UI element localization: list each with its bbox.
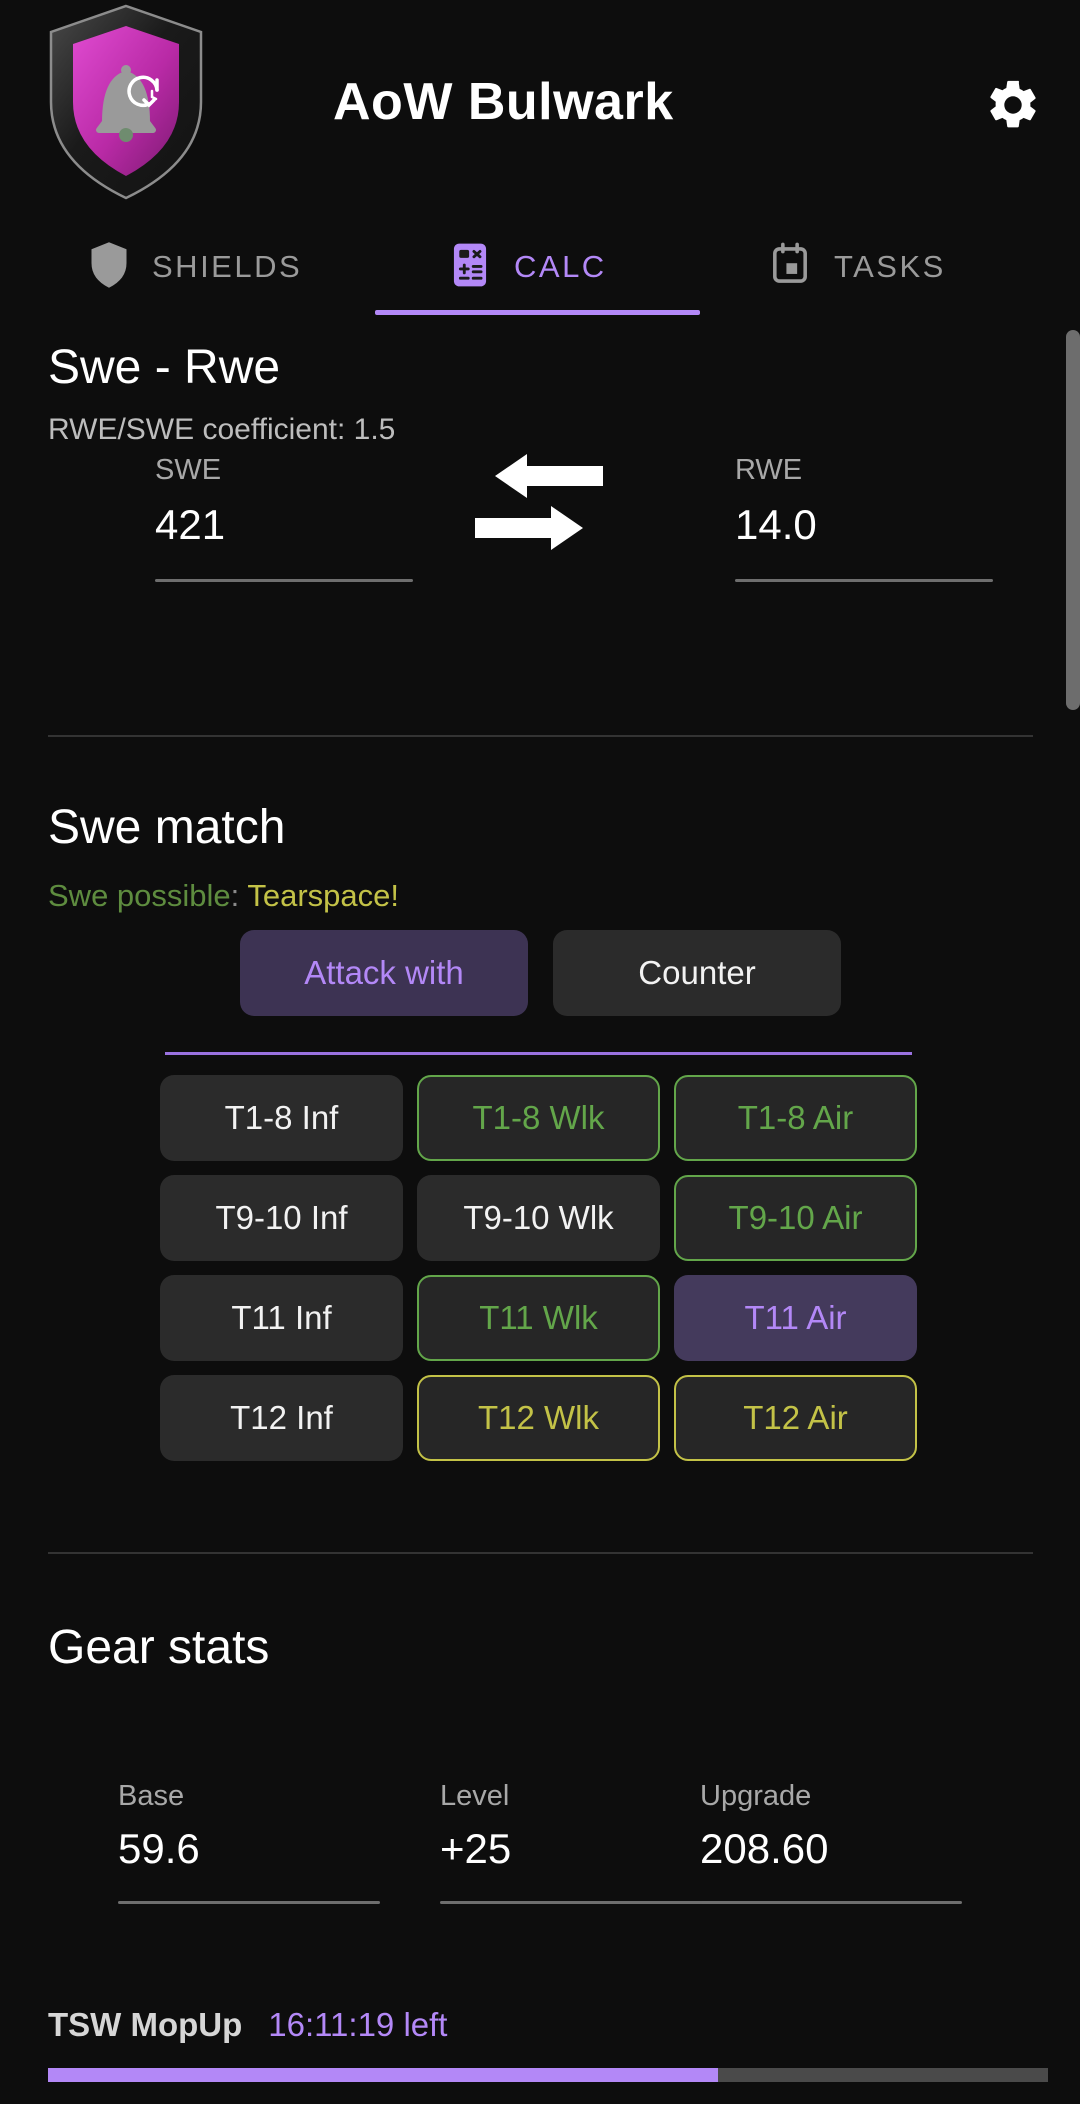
- gear-upgrade-label: Upgrade: [700, 1780, 812, 1812]
- tab-shields-label: SHIELDS: [152, 249, 303, 284]
- gear-icon[interactable]: [984, 76, 1042, 134]
- gear-upgrade-underline: [700, 1901, 962, 1904]
- unit-cell-t1-8-wlk[interactable]: T1-8 Wlk: [417, 1075, 660, 1161]
- unit-cell-t12-inf[interactable]: T12 Inf: [160, 1375, 403, 1461]
- swe-field-underline: [155, 579, 413, 582]
- swe-match-title: Swe match: [48, 801, 286, 854]
- swe-field[interactable]: SWE 421: [155, 454, 413, 582]
- swe-possible-status: Swe possible: Tearspace!: [48, 878, 399, 914]
- calendar-icon: [768, 240, 812, 295]
- coefficient-label: RWE/SWE coefficient: 1.5: [48, 413, 396, 446]
- tab-calc-label: CALC: [514, 249, 607, 284]
- gear-level-underline: [440, 1901, 702, 1904]
- gear-level-value[interactable]: +25: [440, 1825, 702, 1873]
- unit-cell-t11-air[interactable]: T11 Air: [674, 1275, 917, 1361]
- gear-upgrade-field[interactable]: Upgrade 208.60: [700, 1780, 962, 1904]
- gear-base-value[interactable]: 59.6: [118, 1825, 380, 1873]
- app-root: AoW Bulwark SHIELDS CALC TASKS Swe - Rwe…: [0, 0, 1080, 2104]
- mode-toggle-underline: [165, 1052, 912, 1055]
- tab-shields[interactable]: SHIELDS: [88, 222, 302, 312]
- tab-calc[interactable]: CALC: [448, 222, 607, 312]
- event-progress-track: [48, 2068, 1048, 2082]
- swe-rwe-title: Swe - Rwe: [48, 341, 281, 394]
- unit-cell-t9-10-inf[interactable]: T9-10 Inf: [160, 1175, 403, 1261]
- unit-grid: T1-8 Inf T1-8 Wlk T1-8 Air T9-10 Inf T9-…: [160, 1075, 917, 1475]
- unit-cell-t9-10-air[interactable]: T9-10 Air: [674, 1175, 917, 1261]
- calculator-icon: [448, 240, 492, 295]
- page-title: AoW Bulwark: [333, 73, 674, 131]
- scrollbar[interactable]: [1066, 330, 1080, 720]
- gear-upgrade-value[interactable]: 208.60: [700, 1825, 962, 1873]
- double-arrow-swap-icon[interactable]: [455, 450, 625, 565]
- active-tab-indicator: [375, 310, 700, 315]
- rwe-field-label: RWE: [735, 454, 803, 486]
- event-progress-fill: [48, 2068, 718, 2082]
- swe-possible-tag: Tearspace!: [247, 878, 399, 913]
- bottom-status-bar[interactable]: TSW MopUp 16:11:19 left: [0, 1984, 1080, 2104]
- rwe-field[interactable]: RWE 14.0: [735, 454, 993, 582]
- event-time-left: 16:11:19 left: [268, 2006, 448, 2043]
- gear-base-label: Base: [118, 1780, 185, 1812]
- unit-cell-t11-wlk[interactable]: T11 Wlk: [417, 1275, 660, 1361]
- gear-level-field[interactable]: Level +25: [440, 1780, 702, 1904]
- app-header: AoW Bulwark: [0, 0, 1080, 222]
- gear-stats-title: Gear stats: [48, 1621, 270, 1674]
- unit-cell-t12-wlk[interactable]: T12 Wlk: [417, 1375, 660, 1461]
- unit-cell-t11-inf[interactable]: T11 Inf: [160, 1275, 403, 1361]
- tab-tasks-label: TASKS: [834, 249, 946, 284]
- bottom-bar-row: TSW MopUp 16:11:19 left: [48, 2006, 447, 2044]
- swe-possible-text: Swe possible: [48, 878, 231, 913]
- mode-toggle-group: Attack with Counter: [240, 930, 841, 1016]
- divider-2: [48, 1552, 1033, 1554]
- unit-cell-t9-10-wlk[interactable]: T9-10 Wlk: [417, 1175, 660, 1261]
- shield-icon: [88, 240, 130, 295]
- scrollbar-thumb[interactable]: [1066, 330, 1080, 710]
- swe-possible-separator: :: [230, 878, 240, 913]
- tab-tasks[interactable]: TASKS: [768, 222, 946, 312]
- event-name: TSW MopUp: [48, 2006, 243, 2043]
- swe-field-value[interactable]: 421: [155, 501, 413, 549]
- unit-cell-t12-air[interactable]: T12 Air: [674, 1375, 917, 1461]
- mode-attack-with-button[interactable]: Attack with: [240, 930, 528, 1016]
- shield-bell-reminder-logo: [45, 2, 207, 202]
- swe-field-label: SWE: [155, 454, 222, 486]
- rwe-field-value[interactable]: 14.0: [735, 501, 993, 549]
- mode-counter-button[interactable]: Counter: [553, 930, 841, 1016]
- unit-cell-t1-8-inf[interactable]: T1-8 Inf: [160, 1075, 403, 1161]
- unit-cell-t1-8-air[interactable]: T1-8 Air: [674, 1075, 917, 1161]
- gear-base-field[interactable]: Base 59.6: [118, 1780, 380, 1904]
- divider-1: [48, 735, 1033, 737]
- rwe-field-underline: [735, 579, 993, 582]
- gear-base-underline: [118, 1901, 380, 1904]
- tab-bar: SHIELDS CALC TASKS: [0, 222, 1080, 317]
- gear-level-label: Level: [440, 1780, 510, 1812]
